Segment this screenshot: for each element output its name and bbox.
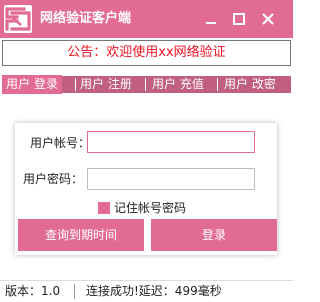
tab-divider (75, 78, 76, 91)
notice-text: 公告：欢迎使用xx网络验证 (67, 45, 226, 60)
status-bar: 版本：1.0 连接成功!延迟：499毫秒 (0, 280, 293, 302)
title-bar[interactable]: 网络验证客户端 (0, 0, 293, 38)
tab-recharge[interactable]: 用户 充值 (152, 76, 204, 93)
minimize-icon[interactable] (200, 8, 222, 30)
maximize-icon[interactable] (228, 8, 250, 30)
connection-status: 连接成功!延迟：499毫秒 (86, 284, 222, 298)
window-title: 网络验证客户端 (40, 11, 132, 26)
account-label: 用户帐号： (30, 136, 91, 150)
app-logo-icon (4, 5, 32, 33)
tab-divider (145, 78, 146, 91)
login-button[interactable]: 登录 (151, 219, 277, 251)
account-input[interactable] (87, 131, 255, 153)
query-expiry-button[interactable]: 查询到期时间 (18, 219, 144, 251)
password-label: 用户密码： (23, 172, 84, 186)
password-input[interactable] (87, 168, 255, 190)
tab-divider (217, 78, 218, 91)
tab-register[interactable]: 用户 注册 (80, 76, 132, 93)
remember-checkbox[interactable] (98, 202, 110, 214)
tab-bar: 用户 登录 用户 注册 用户 充值 用户 改密 (2, 75, 291, 94)
close-icon[interactable] (257, 8, 279, 30)
notice-banner: 公告：欢迎使用xx网络验证 (2, 40, 291, 66)
tab-login[interactable]: 用户 登录 (2, 75, 62, 94)
status-divider (74, 284, 75, 299)
version-text: 版本：1.0 (5, 284, 61, 298)
tab-change-password[interactable]: 用户 改密 (224, 76, 276, 93)
remember-label[interactable]: 记住帐号密码 (114, 200, 186, 216)
